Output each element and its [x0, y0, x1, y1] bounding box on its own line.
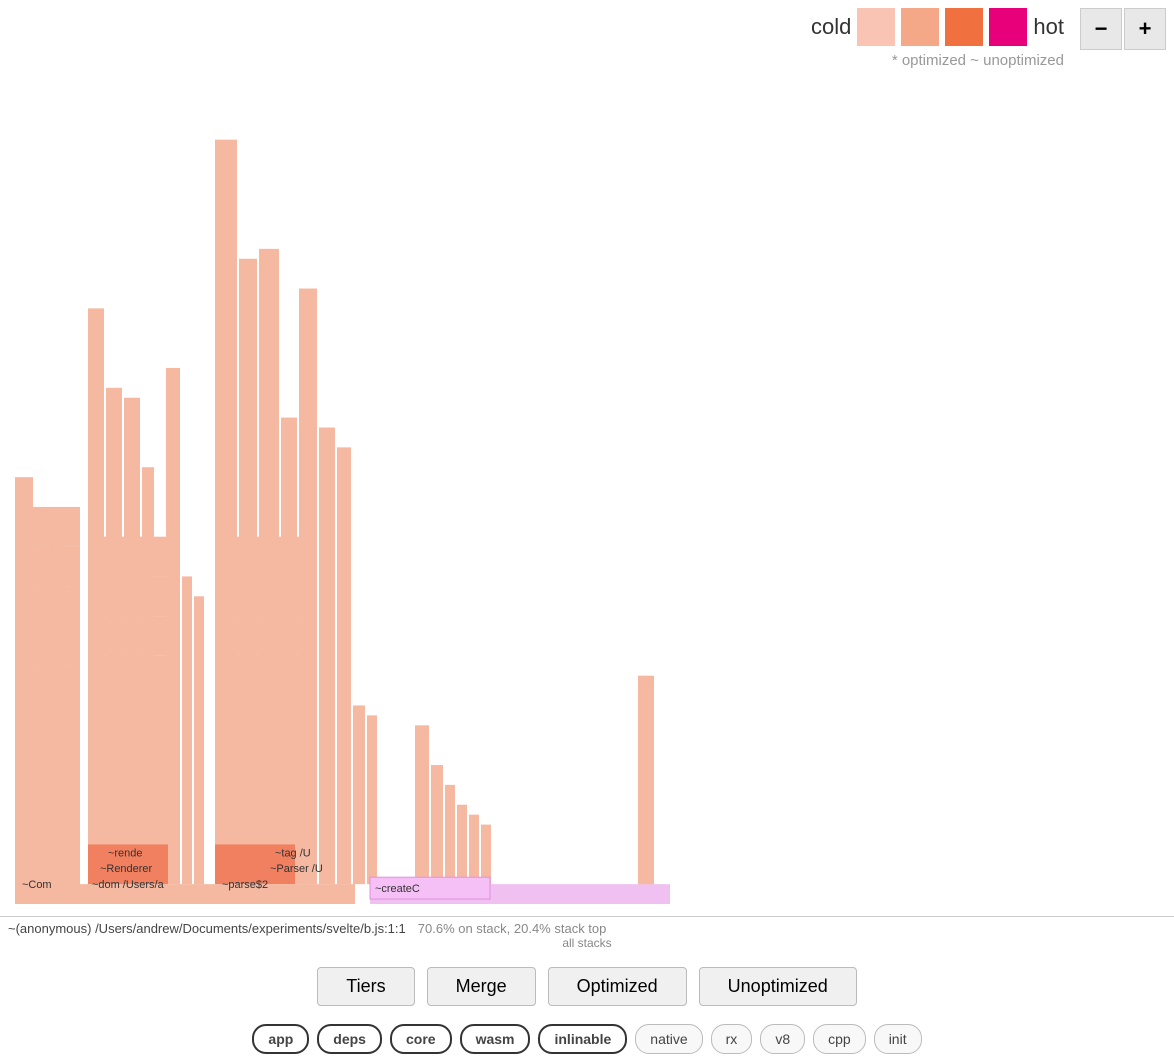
zoom-out-button[interactable]: −: [1080, 8, 1122, 50]
svg-text:~createC: ~createC: [375, 883, 420, 895]
optimized-button[interactable]: Optimized: [548, 967, 687, 1006]
hot-swatch: [989, 8, 1027, 46]
filter-wasm[interactable]: wasm: [460, 1024, 531, 1054]
info-stats: 70.6% on stack, 20.4% stack top: [418, 921, 607, 936]
cold-swatch-1: [857, 8, 895, 46]
info-func-path: ~(anonymous) /Users/andrew/Documents/exp…: [8, 921, 406, 936]
hot-label: hot: [1033, 14, 1064, 40]
svg-text:~dom /Users/a: ~dom /Users/a: [92, 879, 165, 891]
cold-label: cold: [811, 14, 851, 40]
chart-legend: cold hot: [811, 8, 1064, 46]
filter-buttons-row: appdeps core wasminlinable native rxv8 cppini…: [0, 1024, 1174, 1054]
tiers-button[interactable]: Tiers: [317, 967, 414, 1006]
filter-inlinable[interactable]: inlinable: [538, 1024, 627, 1054]
cold-swatch-3: [945, 8, 983, 46]
cold-swatch-2: [901, 8, 939, 46]
tier-buttons-row: Tiers Merge Optimized Unoptimized: [0, 967, 1174, 1006]
zoom-controls: − +: [1080, 8, 1166, 50]
filter-init[interactable]: init: [874, 1024, 922, 1054]
filter-cpp[interactable]: cpp: [813, 1024, 866, 1054]
svg-text:~Renderer: ~Renderer: [100, 863, 153, 875]
info-bar: ~(anonymous) /Users/andrew/Documents/exp…: [0, 916, 1174, 954]
filter-rx[interactable]: rx: [711, 1024, 753, 1054]
flame-chart[interactable]: ~rende ~Renderer ~Com ~dom /Users/a ~tag…: [0, 90, 1174, 904]
unoptimized-button[interactable]: Unoptimized: [699, 967, 857, 1006]
legend-subtitle: * optimized ~ unoptimized: [892, 52, 1064, 69]
filter-native[interactable]: native: [635, 1024, 702, 1054]
filter-deps[interactable]: deps: [317, 1024, 382, 1054]
svg-text:~parse$2: ~parse$2: [222, 879, 268, 891]
svg-text:~Parser /U: ~Parser /U: [270, 863, 323, 875]
svg-text:~Com: ~Com: [22, 879, 52, 891]
info-line2: all stacks: [8, 936, 1166, 950]
svg-text:~tag /U: ~tag /U: [275, 847, 311, 859]
filter-app[interactable]: app: [252, 1024, 309, 1054]
svg-text:~rende: ~rende: [108, 847, 143, 859]
zoom-in-button[interactable]: +: [1124, 8, 1166, 50]
filter-core[interactable]: core: [390, 1024, 452, 1054]
info-line1: ~(anonymous) /Users/andrew/Documents/exp…: [8, 921, 1166, 936]
filter-v8[interactable]: v8: [760, 1024, 805, 1054]
merge-button[interactable]: Merge: [427, 967, 536, 1006]
chart-area[interactable]: ~rende ~Renderer ~Com ~dom /Users/a ~tag…: [0, 90, 1174, 904]
